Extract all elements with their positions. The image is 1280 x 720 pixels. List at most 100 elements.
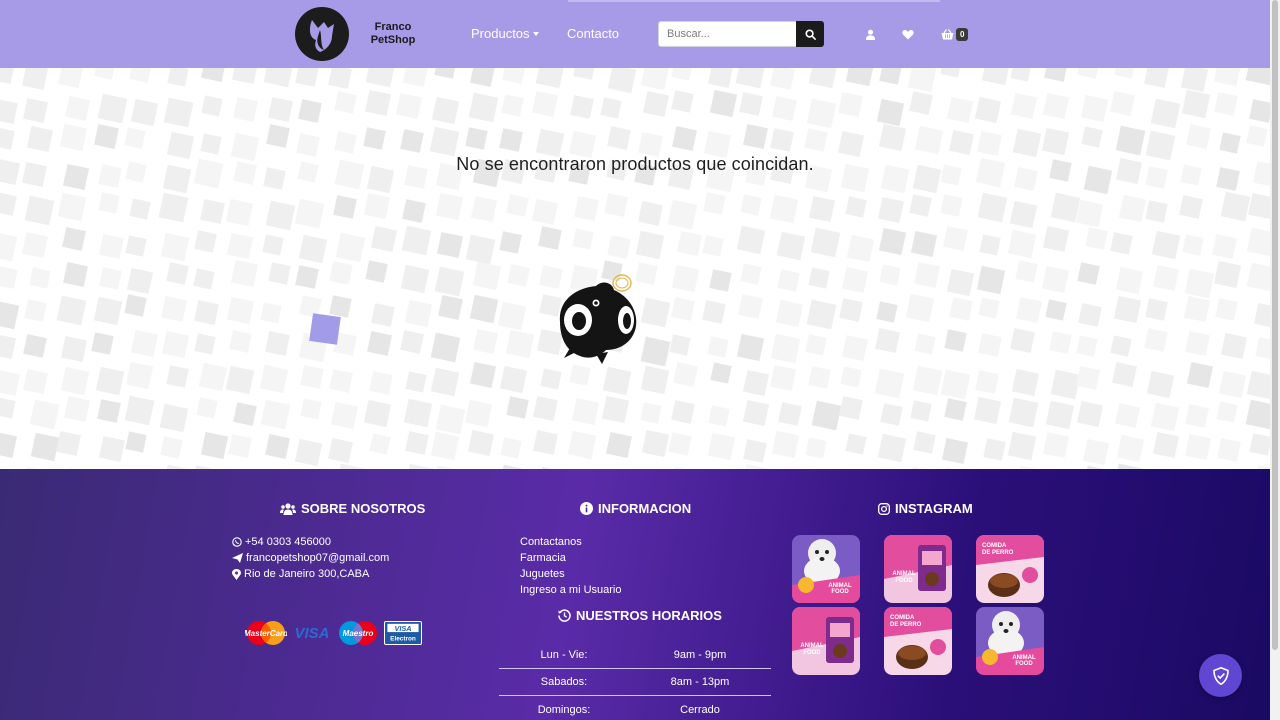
- background-tile: [977, 131, 1002, 156]
- background-tile: [605, 431, 633, 459]
- navbar-top-accent: [568, 0, 940, 2]
- background-tile: [405, 371, 427, 393]
- background-tile: [226, 232, 254, 260]
- background-tile: [400, 264, 430, 294]
- background-tile: [941, 437, 969, 465]
- background-tile: [167, 68, 189, 87]
- background-tile: [159, 403, 189, 433]
- background-tile: [1247, 192, 1270, 220]
- cart-button[interactable]: [940, 27, 954, 41]
- background-tile: [200, 199, 225, 224]
- background-tile: [742, 399, 770, 427]
- background-tile: [1217, 438, 1241, 462]
- info-link-juguetes[interactable]: Juguetes: [520, 566, 622, 582]
- instagram-grid: ANIMAL FOOD ANIMAL FOOD COMIDA DE PERRO: [792, 535, 1046, 675]
- background-tile: [840, 366, 862, 388]
- background-tile: [196, 397, 218, 419]
- contact-address[interactable]: Rio de Janeiro 300,CABA: [232, 566, 389, 582]
- search-button[interactable]: [796, 21, 824, 47]
- background-tile: [91, 332, 114, 355]
- background-tile: [1185, 331, 1210, 356]
- background-tile: [707, 432, 736, 461]
- background-tile: [402, 199, 426, 223]
- background-tile: [806, 98, 837, 129]
- instagram-post-comida-de-perro[interactable]: COMIDA DE PERRO: [976, 535, 1044, 603]
- instagram-post-puppy[interactable]: ANIMAL FOOD: [976, 607, 1044, 675]
- background-tile: [329, 295, 352, 318]
- background-tile: [473, 329, 498, 354]
- background-tile: [640, 402, 662, 424]
- background-tile: [1007, 431, 1037, 461]
- background-tile: [946, 96, 974, 124]
- background-tile: [1215, 298, 1238, 321]
- background-tile: [268, 97, 293, 122]
- background-tile: [910, 400, 932, 422]
- background-tile: [97, 93, 128, 124]
- background-tile: [1182, 234, 1204, 256]
- background-tile: [1080, 94, 1109, 123]
- privacy-shield-button[interactable]: [1199, 654, 1242, 697]
- background-tile: [1216, 401, 1238, 423]
- info-links: Contactanos Farmacia Juguetes Ingreso a …: [520, 534, 622, 598]
- background-tile: [708, 68, 733, 88]
- background-tile: [434, 68, 457, 79]
- instagram-post-food-bag[interactable]: ANIMAL FOOD: [884, 535, 952, 603]
- background-tile: [1075, 199, 1104, 228]
- info-link-ingreso-usuario[interactable]: Ingreso a mi Usuario: [520, 582, 622, 598]
- background-tile: [604, 193, 628, 217]
- info-link-contactanos[interactable]: Contactanos: [520, 534, 622, 550]
- visa-electron-logo: VISA Electron: [384, 621, 422, 645]
- background-tile: [21, 68, 49, 91]
- no-results-message: No se encontraron productos que coincida…: [456, 154, 814, 174]
- background-tile: [194, 230, 217, 253]
- background-tile: [845, 196, 867, 218]
- hours-time: Cerrado: [680, 703, 720, 716]
- background-tile: [230, 259, 259, 288]
- background-tile: [1041, 265, 1070, 294]
- background-tile: [295, 68, 319, 87]
- caret-down-icon: [532, 31, 539, 36]
- nav-contacto-link[interactable]: Contacto: [567, 26, 619, 41]
- footer-instagram-title: INSTAGRAM: [878, 501, 973, 516]
- background-tile: [95, 366, 125, 396]
- info-link-farmacia[interactable]: Farmacia: [520, 550, 622, 566]
- background-tile: [775, 299, 804, 328]
- background-tile: [635, 230, 665, 260]
- search-input[interactable]: [658, 21, 796, 47]
- contact-phone[interactable]: +54 0303 456000: [232, 534, 389, 550]
- contact-email-text: francopetshop07@gmail.com: [246, 552, 390, 564]
- page-scrollbar[interactable]: [1270, 0, 1280, 720]
- svg-text:Electron: Electron: [390, 635, 416, 642]
- scrollbar-thumb[interactable]: [1272, 0, 1278, 650]
- brand[interactable]: Franco PetShop: [294, 6, 418, 62]
- svg-text:ANIMAL: ANIMAL: [800, 643, 824, 649]
- instagram-post-comida-de-perro[interactable]: COMIDA DE PERRO: [884, 607, 952, 675]
- background-tile: [29, 399, 60, 430]
- background-tile: [1246, 262, 1270, 292]
- background-tile: [1219, 132, 1241, 154]
- background-tile: [365, 260, 388, 283]
- background-tile: [268, 262, 291, 285]
- search-form: [658, 21, 824, 47]
- background-tile: [571, 397, 600, 426]
- background-tile: [26, 125, 54, 153]
- hours-day: Sabados:: [540, 676, 588, 688]
- background-tile: [1246, 370, 1270, 400]
- background-tile: [158, 192, 189, 223]
- background-tile: [59, 123, 88, 152]
- instagram-post-puppy[interactable]: ANIMAL FOOD: [792, 535, 860, 603]
- hours-table: Lun - Vie: 9am - 9pm Sabados: 8am - 13pm…: [499, 642, 771, 720]
- instagram-post-food-bag[interactable]: ANIMAL FOOD: [792, 607, 860, 675]
- background-tile: [298, 99, 322, 123]
- background-tile: [24, 195, 55, 226]
- background-tile: [1011, 368, 1040, 397]
- contact-email[interactable]: francopetshop07@gmail.com: [232, 550, 389, 566]
- background-tile: [808, 267, 830, 289]
- mascot-illustration: [559, 274, 637, 364]
- background-tile: [469, 294, 499, 324]
- nav-productos-dropdown[interactable]: Productos: [471, 26, 539, 41]
- wishlist-button[interactable]: [901, 27, 915, 41]
- background-tile: [1112, 362, 1137, 387]
- user-account-button[interactable]: [863, 27, 877, 41]
- background-tile: [878, 227, 907, 256]
